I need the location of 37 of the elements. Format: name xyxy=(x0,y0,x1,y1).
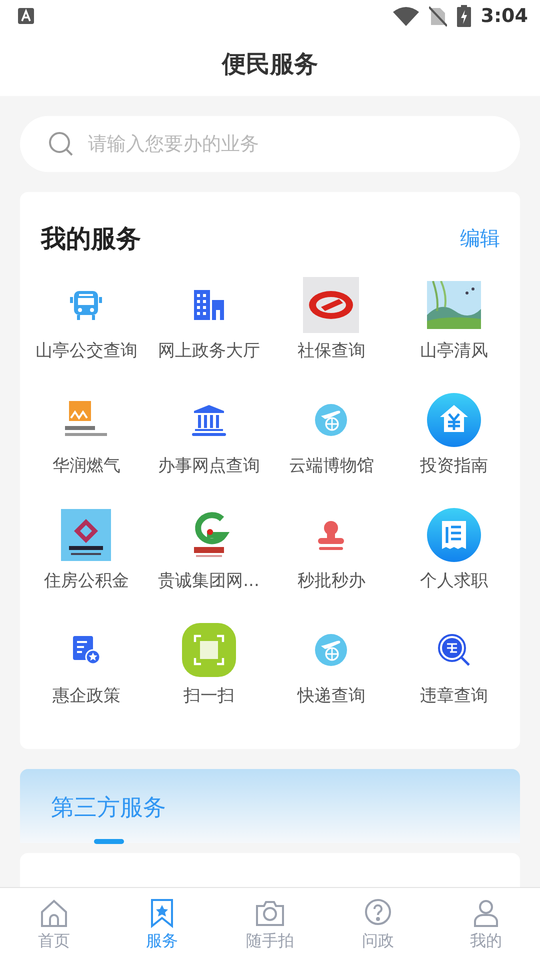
scan-icon xyxy=(180,622,237,678)
battery-icon xyxy=(456,5,471,27)
section-title: 我的服务 xyxy=(41,223,141,255)
document-icon xyxy=(426,507,482,563)
tab-indicator xyxy=(94,839,124,844)
service-label[interactable]: 快递查询 xyxy=(297,684,366,707)
service-label[interactable]: 山亭清风 xyxy=(420,339,488,362)
page-title: 便民服务 xyxy=(222,49,318,80)
service-label[interactable]: 惠企政策 xyxy=(52,684,120,707)
stamp-icon xyxy=(316,519,346,551)
bus-icon xyxy=(69,289,104,321)
service-label[interactable]: 云端博物馆 xyxy=(288,454,374,477)
service-label[interactable]: 住房公积金 xyxy=(44,569,129,592)
document-star-icon xyxy=(72,635,100,665)
building-icon xyxy=(192,289,225,321)
clock-time: 3:04 xyxy=(480,5,528,27)
notification-icon xyxy=(18,8,34,24)
plane-globe-icon xyxy=(315,404,348,436)
yen-house-icon xyxy=(426,392,482,448)
service-label[interactable]: 办事网点查询 xyxy=(158,454,260,477)
service-label[interactable]: 贵诚集团网... xyxy=(158,569,260,592)
service-label[interactable]: 华润燃气 xyxy=(52,454,120,477)
service-label[interactable]: 社保查询 xyxy=(297,339,366,362)
logo-icon xyxy=(303,277,360,333)
wifi-icon xyxy=(392,6,419,26)
search-field[interactable]: 请输入您要办的业务 xyxy=(20,116,520,172)
fund-logo-icon xyxy=(61,509,112,561)
service-label[interactable]: 违章查询 xyxy=(420,684,488,707)
service-label[interactable]: 扫一扫 xyxy=(183,684,234,707)
bank-icon xyxy=(190,404,227,436)
service-label[interactable]: 网上政务大厅 xyxy=(158,339,260,362)
service-label[interactable]: 秒批秒办 xyxy=(297,569,366,592)
service-label[interactable]: 个人求职 xyxy=(420,569,488,592)
service-label[interactable]: 山亭公交查询 xyxy=(35,339,138,362)
plane-globe-icon xyxy=(315,634,348,666)
service-label[interactable]: 投资指南 xyxy=(420,454,488,477)
no-sim-icon xyxy=(428,5,447,27)
